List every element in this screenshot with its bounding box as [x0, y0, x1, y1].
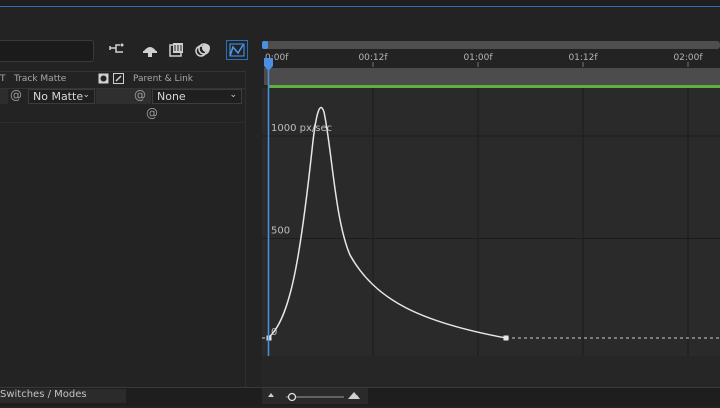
time-tick-label: 01:12f	[568, 53, 598, 63]
graph-editor-svg[interactable]: 0:00f 00:12f 01:00f 01:12f 02:00f 1000 px/se…	[0, 0, 720, 405]
time-tick-label: 00:12f	[358, 53, 388, 63]
switches-modes-toggle[interactable]: Switches / Modes	[0, 389, 126, 403]
keyframe-end[interactable]	[503, 335, 509, 341]
y-axis-label: 500	[271, 226, 290, 237]
work-area-bar[interactable]	[264, 68, 720, 85]
time-tick-label: 01:00f	[463, 53, 493, 63]
zoom-slider-handle[interactable]	[287, 392, 297, 402]
time-navigator-bar[interactable]	[264, 41, 720, 49]
y-axis-label: 1000 px/sec	[271, 123, 332, 134]
speed-graph-curve[interactable]	[267, 106, 507, 339]
zoom-control	[262, 388, 368, 404]
zoom-in-icon[interactable]	[348, 392, 360, 399]
switches-modes-label: Switches / Modes	[0, 389, 87, 400]
zoom-out-icon[interactable]	[268, 393, 274, 397]
time-navigator-start-handle[interactable]	[262, 41, 268, 49]
time-tick-label: 02:00f	[673, 53, 703, 63]
work-area-indicator[interactable]	[268, 85, 720, 88]
